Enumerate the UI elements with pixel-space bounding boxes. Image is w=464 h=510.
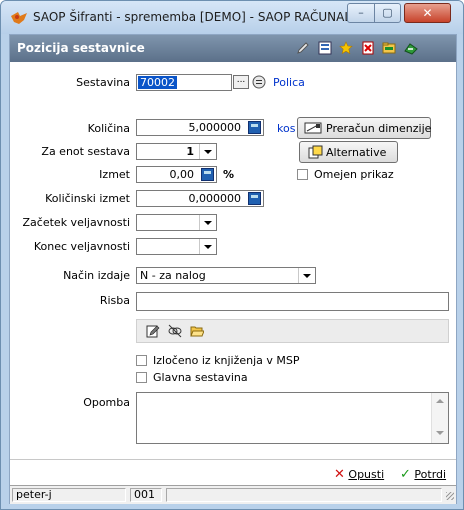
izmet-unit: % xyxy=(223,168,235,181)
omejen-prikaz-checkbox[interactable] xyxy=(297,169,308,180)
izmet-value: 0,00 xyxy=(169,168,195,181)
app-logo-icon xyxy=(11,12,27,24)
calculator-icon[interactable] xyxy=(248,121,261,134)
opusti-button[interactable]: ✕ Opusti xyxy=(334,467,384,485)
scroll-down-icon[interactable] xyxy=(436,431,444,435)
open-folder-icon[interactable] xyxy=(190,324,204,338)
link-icon[interactable] xyxy=(168,324,182,338)
za-enot-value: 1 xyxy=(186,145,194,158)
exit-icon[interactable] xyxy=(404,41,418,55)
window-title: SAOP Šifranti - sprememba [DEMO] - SAOP … xyxy=(33,10,363,24)
za-enot-select[interactable]: 1 xyxy=(136,143,217,160)
preracun-label: Preračun dimenzije xyxy=(326,122,432,135)
izmet-field[interactable]: 0,00 xyxy=(136,166,217,183)
kolicina-field[interactable]: 5,000000 xyxy=(136,119,264,136)
chevron-down-icon[interactable] xyxy=(298,268,315,283)
dialog-window: SAOP Šifranti - sprememba [DEMO] - SAOP … xyxy=(0,0,464,510)
calculator-icon[interactable] xyxy=(248,192,261,205)
minimize-button[interactable]: – xyxy=(347,3,375,23)
resize-grip[interactable] xyxy=(446,492,454,500)
omejen-prikaz-label: Omejen prikaz xyxy=(314,168,394,181)
glavna-sestavina-label: Glavna sestavina xyxy=(153,371,248,384)
kolicinski-izmet-field[interactable]: 0,000000 xyxy=(136,190,264,207)
kolicina-label: Količina xyxy=(87,122,130,135)
chevron-down-icon[interactable] xyxy=(199,239,216,254)
konec-label: Konec veljavnosti xyxy=(33,240,130,253)
scroll-up-icon[interactable] xyxy=(436,399,444,403)
delete-icon[interactable] xyxy=(361,41,375,55)
cancel-x-icon: ✕ xyxy=(334,467,345,482)
opomba-label: Opomba xyxy=(83,396,130,409)
izmet-label: Izmet xyxy=(99,168,130,181)
kolicina-value: 5,000000 xyxy=(188,121,242,134)
opomba-textarea[interactable] xyxy=(136,392,449,444)
sestavina-label: Sestavina xyxy=(76,76,130,89)
check-icon: ✓ xyxy=(400,467,411,482)
calculator-icon[interactable] xyxy=(201,168,214,181)
risba-label: Risba xyxy=(99,294,130,307)
zacetek-select[interactable] xyxy=(136,214,217,231)
kolicina-unit: kos xyxy=(277,122,296,135)
alternative-label: Alternative xyxy=(326,146,387,159)
chevron-down-icon[interactable] xyxy=(199,215,216,230)
status-bar: peter-j 001 xyxy=(10,485,456,504)
form-header: Pozicija sestavnice xyxy=(10,35,456,62)
folder-icon[interactable] xyxy=(382,41,396,55)
sestavina-ellipsis-button[interactable]: ... xyxy=(233,75,249,89)
kolicinski-izmet-label: Količinski izmet xyxy=(45,192,130,205)
ruler-icon xyxy=(304,122,322,134)
potrdi-button[interactable]: ✓ Potrdi xyxy=(400,467,446,485)
opusti-label: Opusti xyxy=(348,468,385,481)
sestavina-link[interactable]: Polica xyxy=(273,76,305,89)
nacin-izdaje-select[interactable]: N - za nalog xyxy=(136,267,316,284)
status-code: 001 xyxy=(130,488,162,502)
konec-select[interactable] xyxy=(136,238,217,255)
dialog-client: Pozicija sestavnice Sestavina 70002 ... … xyxy=(9,34,457,504)
footer-divider xyxy=(10,459,456,460)
risba-toolbar xyxy=(136,319,449,343)
zacetek-label: Začetek veljavnosti xyxy=(22,216,130,229)
close-button[interactable]: ✕ xyxy=(404,3,451,23)
kolicinski-izmet-value: 0,000000 xyxy=(188,192,242,205)
list-icon[interactable] xyxy=(318,41,332,55)
risba-input[interactable] xyxy=(136,292,449,311)
star-icon[interactable] xyxy=(339,41,353,55)
opomba-scrollbar[interactable] xyxy=(431,393,448,443)
alternative-button[interactable]: Alternative xyxy=(299,141,398,163)
glavna-sestavina-checkbox[interactable] xyxy=(136,372,147,383)
sestavina-value: 70002 xyxy=(138,76,177,89)
nacin-izdaje-label: Način izdaje xyxy=(63,269,130,282)
izloceno-label: Izločeno iz knjiženja v MSP xyxy=(153,354,300,367)
sestavina-field[interactable]: 70002 xyxy=(136,74,232,91)
potrdi-label: Potrdi xyxy=(414,468,447,481)
edit-icon[interactable] xyxy=(146,324,160,338)
status-extra xyxy=(166,488,442,502)
maximize-button[interactable]: ▢ xyxy=(374,3,401,23)
info-circle-icon[interactable] xyxy=(252,75,266,89)
za-enot-label: Za enot sestava xyxy=(41,145,130,158)
izloceno-checkbox[interactable] xyxy=(136,355,147,366)
alternative-icon xyxy=(308,145,323,159)
form-title: Pozicija sestavnice xyxy=(17,41,145,55)
status-user: peter-j xyxy=(12,488,126,502)
title-bar[interactable]: SAOP Šifranti - sprememba [DEMO] - SAOP … xyxy=(1,1,463,34)
preracun-dimenzije-button[interactable]: Preračun dimenzije xyxy=(297,117,431,139)
edit-icon[interactable] xyxy=(296,41,310,55)
nacin-izdaje-value: N - za nalog xyxy=(140,269,206,282)
chevron-down-icon[interactable] xyxy=(199,144,216,159)
